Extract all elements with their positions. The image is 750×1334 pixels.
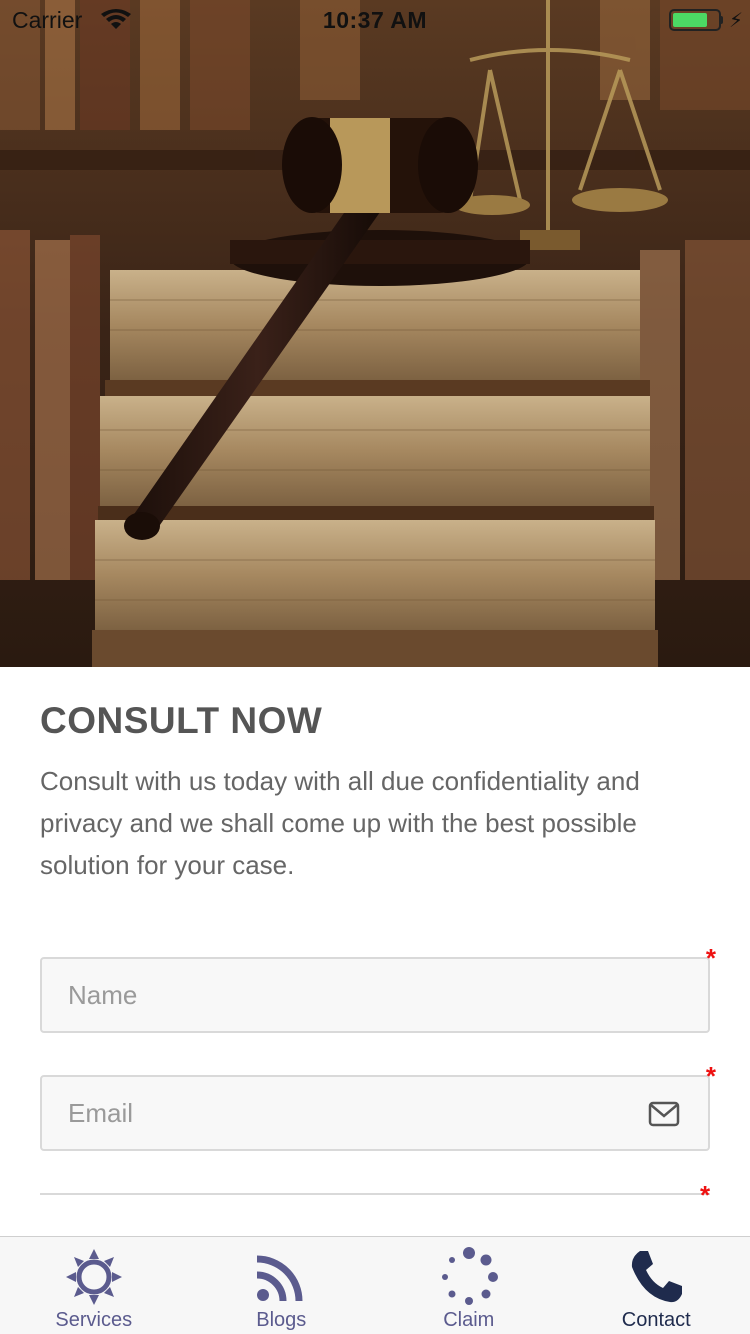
charging-bolt-icon: ⚡︎ bbox=[729, 10, 744, 32]
email-field[interactable] bbox=[40, 1075, 710, 1151]
tab-label: Blogs bbox=[256, 1309, 307, 1331]
required-marker: * bbox=[705, 943, 716, 973]
rss-icon bbox=[257, 1255, 303, 1302]
battery-cap bbox=[720, 16, 723, 24]
battery-level bbox=[673, 13, 707, 27]
status-bar: Carrier 10:37 AM ⚡︎ bbox=[0, 0, 750, 40]
tab-blogs[interactable]: Blogs bbox=[188, 1237, 376, 1334]
tab-services[interactable]: Services bbox=[0, 1237, 188, 1334]
third-field-partial[interactable] bbox=[40, 1193, 710, 1203]
email-input[interactable] bbox=[42, 1077, 708, 1149]
tab-label: Claim bbox=[443, 1309, 495, 1331]
phone-icon bbox=[632, 1251, 683, 1303]
tab-label: Contact bbox=[621, 1309, 691, 1331]
spinner-icon bbox=[441, 1247, 498, 1305]
battery-icon bbox=[669, 9, 721, 31]
tab-bar: Services Blogs Claim Contact bbox=[0, 1236, 750, 1334]
section-title: CONSULT NOW bbox=[40, 700, 323, 741]
required-marker: * bbox=[700, 1180, 711, 1210]
email-field-wrapper: * bbox=[40, 1061, 716, 1151]
name-field-wrapper: * bbox=[40, 943, 716, 1033]
name-input[interactable] bbox=[42, 959, 708, 1031]
sun-icon bbox=[65, 1249, 122, 1305]
screen: Carrier 10:37 AM ⚡︎ CONSULT NOW Consult … bbox=[0, 0, 750, 1334]
tab-contact[interactable]: Contact bbox=[563, 1237, 750, 1334]
consult-section: CONSULT NOW Consult with us today with a… bbox=[40, 667, 710, 886]
mail-icon bbox=[648, 1101, 680, 1127]
name-field[interactable] bbox=[40, 957, 710, 1033]
hero-image bbox=[0, 0, 750, 667]
tab-claim[interactable]: Claim bbox=[375, 1237, 563, 1334]
gavel-on-books-image bbox=[0, 0, 750, 667]
tab-label: Services bbox=[55, 1309, 133, 1331]
section-description: Consult with us today with all due confi… bbox=[40, 766, 640, 880]
status-time: 10:37 AM bbox=[322, 7, 428, 33]
required-marker: * bbox=[705, 1061, 716, 1091]
